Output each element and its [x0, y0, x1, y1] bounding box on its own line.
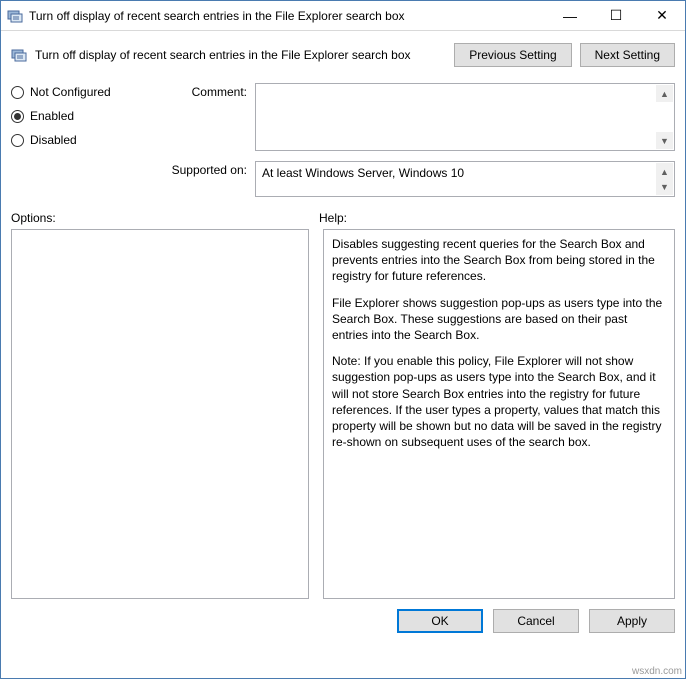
- scroll-down-icon[interactable]: ▼: [656, 178, 673, 195]
- policy-icon: [7, 8, 23, 24]
- policy-icon: [11, 47, 27, 63]
- radio-enabled[interactable]: Enabled: [11, 109, 151, 123]
- watermark: wsxdn.com: [632, 666, 682, 677]
- comment-label: Comment:: [167, 83, 247, 99]
- page-heading: Turn off display of recent search entrie…: [35, 48, 446, 62]
- previous-setting-button[interactable]: Previous Setting: [454, 43, 571, 67]
- radio-label: Enabled: [30, 109, 74, 123]
- state-radios: Not Configured Enabled Disabled: [11, 83, 151, 197]
- radio-not-configured[interactable]: Not Configured: [11, 85, 151, 99]
- help-label: Help:: [319, 211, 675, 225]
- options-label: Options:: [11, 211, 309, 225]
- radio-label: Not Configured: [30, 85, 111, 99]
- help-text: File Explorer shows suggestion pop-ups a…: [332, 295, 666, 344]
- scroll-up-icon[interactable]: ▲: [656, 85, 673, 102]
- close-button[interactable]: ✕: [639, 1, 685, 30]
- comment-input[interactable]: ▲ ▼: [255, 83, 675, 151]
- ok-button[interactable]: OK: [397, 609, 483, 633]
- config-area: Not Configured Enabled Disabled Comment:…: [1, 75, 685, 197]
- radio-icon: [11, 86, 24, 99]
- radio-icon: [11, 110, 24, 123]
- dialog-buttons: OK Cancel Apply: [1, 599, 685, 643]
- supported-value: At least Windows Server, Windows 10: [262, 166, 464, 180]
- radio-icon: [11, 134, 24, 147]
- scroll-down-icon[interactable]: ▼: [656, 132, 673, 149]
- window-controls: — ☐ ✕: [547, 1, 685, 30]
- maximize-button[interactable]: ☐: [593, 1, 639, 30]
- help-text: Disables suggesting recent queries for t…: [332, 236, 666, 285]
- help-panel[interactable]: Disables suggesting recent queries for t…: [323, 229, 675, 599]
- cancel-button[interactable]: Cancel: [493, 609, 579, 633]
- options-panel[interactable]: [11, 229, 309, 599]
- titlebar: Turn off display of recent search entrie…: [1, 1, 685, 31]
- help-text: Note: If you enable this policy, File Ex…: [332, 353, 666, 450]
- window-title: Turn off display of recent search entrie…: [29, 9, 547, 23]
- supported-label: Supported on:: [167, 161, 247, 177]
- supported-display: At least Windows Server, Windows 10 ▲ ▼: [255, 161, 675, 197]
- radio-disabled[interactable]: Disabled: [11, 133, 151, 147]
- minimize-button[interactable]: —: [547, 1, 593, 30]
- header: Turn off display of recent search entrie…: [1, 31, 685, 75]
- radio-label: Disabled: [30, 133, 77, 147]
- next-setting-button[interactable]: Next Setting: [580, 43, 675, 67]
- apply-button[interactable]: Apply: [589, 609, 675, 633]
